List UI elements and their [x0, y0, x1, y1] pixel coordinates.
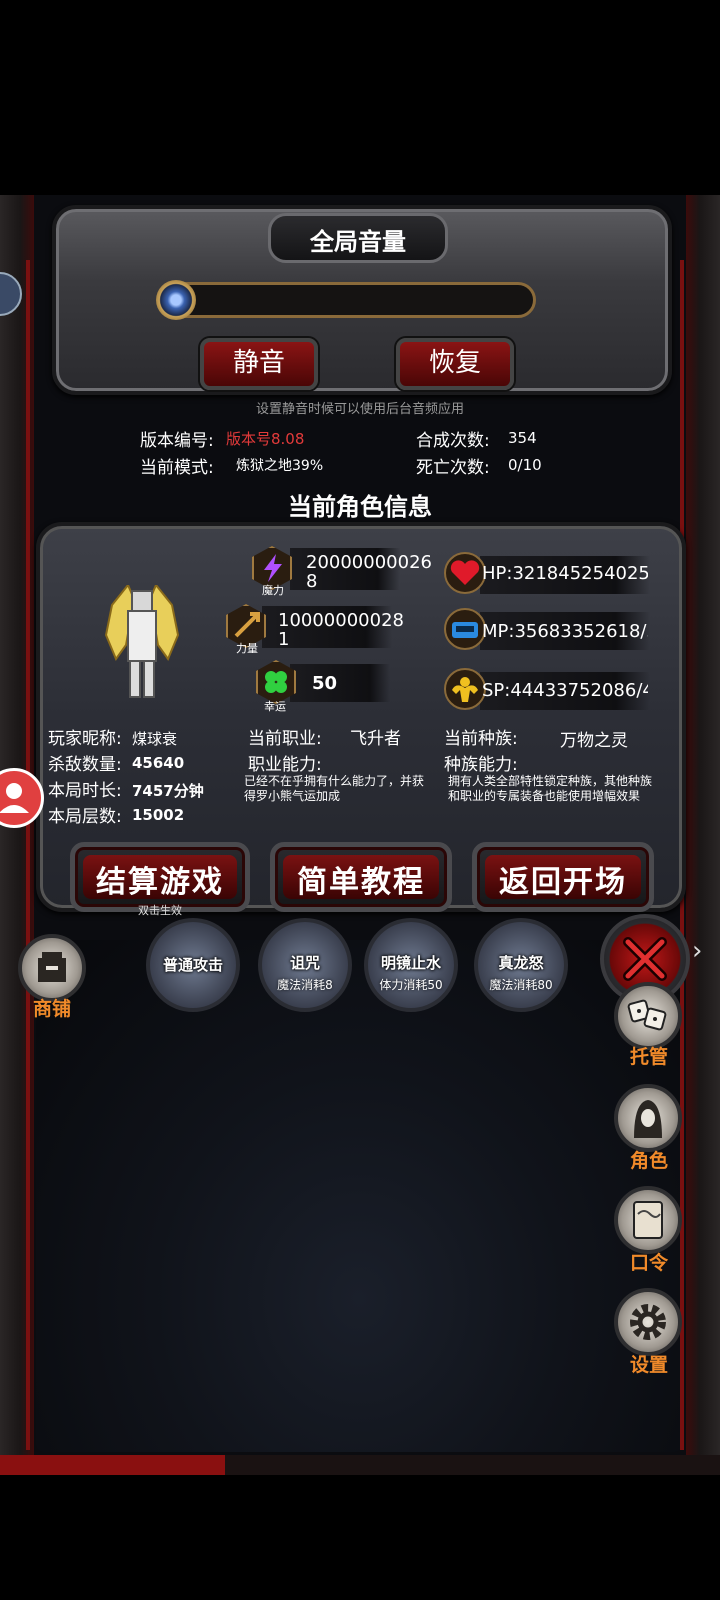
kills-label: 杀敌数量:: [48, 755, 122, 775]
power-value-line1: 10000000028: [278, 610, 404, 631]
shop-button[interactable]: [18, 934, 86, 1002]
muscle-icon: [444, 668, 486, 710]
skill-curse-cost: 魔法消耗8: [277, 978, 333, 992]
nickname-value: 煤球衰: [132, 730, 178, 748]
role-title: 当前角色信息: [288, 493, 432, 521]
mp-icon: [444, 608, 486, 650]
magic-label: 魔力: [262, 584, 284, 597]
character-sprite: [104, 585, 180, 698]
back-to-start-button[interactable]: 返回开场: [472, 842, 654, 912]
volume-slider-knob[interactable]: [156, 280, 196, 320]
nickname-label: 玩家昵称:: [48, 729, 122, 749]
book-icon: [633, 1201, 663, 1239]
user-icon: [0, 783, 29, 813]
frame-accent-left: [26, 260, 30, 1450]
settle-game-label: 结算游戏: [96, 865, 224, 900]
floor-label: 本局层数:: [48, 807, 122, 827]
skill-mirror-water-name: 明镜止水: [380, 954, 441, 972]
shop-icon: [38, 952, 66, 982]
role-label: 角色: [629, 1150, 668, 1172]
job-ability-label: 职业能力:: [248, 755, 322, 775]
dice-icon: [627, 999, 667, 1031]
chevron-right-icon[interactable]: ›: [692, 936, 702, 966]
skill-dragon-rage-name: 真龙怒: [498, 954, 544, 972]
power-label: 力量: [236, 642, 258, 655]
volume-hint: 设置静音时候可以使用后台音频应用: [255, 402, 464, 417]
race-label: 当前种族:: [444, 729, 518, 749]
skill-normal-attack-name: 普通攻击: [162, 956, 223, 974]
mute-button[interactable]: 静音: [200, 338, 318, 390]
kills-value: 45640: [132, 754, 185, 772]
luck-label: 幸运: [264, 700, 286, 713]
mode-label: 当前模式:: [140, 458, 214, 478]
tutorial-button[interactable]: 简单教程: [270, 842, 452, 912]
game-board: [36, 940, 682, 1452]
synth-label: 合成次数:: [416, 431, 490, 451]
death-value: 0/10: [508, 456, 542, 474]
mode-value: 炼狱之地39%: [236, 458, 324, 474]
job-ability-desc: 已经不在乎拥有什么能力了，并获得罗小熊气运加成: [244, 774, 425, 803]
command-label: 口令: [629, 1252, 668, 1274]
mp-text: MP:35683352618/35: [482, 621, 648, 642]
magic-value-line1: 20000000026: [306, 552, 432, 573]
user-float-button[interactable]: [0, 768, 44, 828]
volume-slider-track[interactable]: [158, 282, 536, 318]
luck-stat-box: [290, 664, 390, 702]
hp-text: HP:321845254025/: [482, 563, 648, 584]
settings-label: 设置: [629, 1354, 668, 1376]
heart-icon: [444, 552, 486, 594]
job-label: 当前职业:: [248, 729, 322, 749]
restore-button[interactable]: 恢复: [396, 338, 514, 390]
skill-curse-name: 诅咒: [289, 954, 320, 972]
floor-value: 15002: [132, 806, 185, 824]
power-value-line2: 1: [278, 629, 290, 650]
luck-value: 50: [312, 673, 338, 694]
back-to-start-label: 返回开场: [499, 865, 627, 900]
settings-button[interactable]: [614, 1288, 682, 1356]
race-value: 万物之灵: [560, 731, 628, 751]
version-value: 版本号8.08: [226, 430, 305, 448]
tutorial-label: 简单教程: [297, 865, 425, 900]
death-label: 死亡次数:: [416, 458, 490, 478]
race-ability-label: 种族能力:: [444, 755, 518, 775]
bottom-bar: [0, 1455, 720, 1475]
time-value: 7457分钟: [132, 782, 204, 800]
version-label: 版本编号:: [140, 431, 214, 451]
synth-value: 354: [508, 429, 537, 447]
role-button[interactable]: [614, 1084, 682, 1152]
gear-icon: [630, 1304, 666, 1340]
time-label: 本局时长:: [48, 781, 122, 801]
settle-sub-label: 双击生效: [138, 904, 182, 917]
job-value: 飞升者: [350, 729, 401, 749]
command-button[interactable]: [614, 1186, 682, 1254]
skill-dragon-rage-cost: 魔法消耗80: [489, 978, 553, 992]
skill-mirror-water-cost: 体力消耗50: [379, 978, 443, 992]
frame-right: [686, 195, 720, 1475]
auto-label: 托管: [629, 1046, 668, 1068]
hooded-figure-icon: [634, 1100, 662, 1138]
shop-label: 商铺: [32, 998, 71, 1020]
magic-value-line2: 8: [306, 571, 318, 592]
volume-title: 全局音量: [310, 228, 406, 256]
auto-button[interactable]: [614, 982, 682, 1050]
race-ability-desc: 拥有人类全部特性锁定种族，其他种族和职业的专属装备也能使用增幅效果: [448, 774, 653, 803]
sp-text: SP:44433752086/444: [482, 680, 648, 701]
